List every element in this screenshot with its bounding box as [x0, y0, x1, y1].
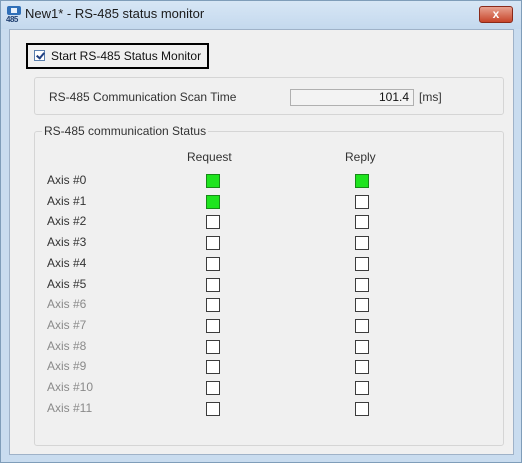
title-bar: 485 New1* - RS-485 status monitor x: [1, 1, 521, 29]
reply-indicator: [355, 256, 369, 271]
start-monitor-label: Start RS-485 Status Monitor: [51, 49, 202, 63]
axis-label: Axis #10: [47, 380, 94, 394]
app-icon: 485: [6, 6, 21, 24]
reply-indicator: [355, 298, 369, 313]
reply-indicator: [355, 401, 369, 416]
reply-indicator: [355, 194, 369, 209]
axis-row: Axis #9: [35, 357, 503, 377]
request-indicator: [206, 256, 220, 271]
status-group-title: RS-485 communication Status: [42, 124, 209, 138]
axis-label: Axis #11: [47, 400, 93, 415]
axis-label: Axis #9: [47, 359, 87, 374]
communication-status-group: RS-485 communication Status Request Repl…: [34, 124, 504, 446]
request-indicator: [206, 381, 220, 395]
request-indicator: [206, 360, 220, 375]
reply-indicator: [355, 318, 369, 333]
axis-label: Axis #2: [47, 214, 87, 229]
scan-time-label: RS-485 Communication Scan Time: [49, 90, 237, 104]
reply-indicator: [355, 381, 369, 395]
axis-label: Axis #5: [47, 276, 87, 291]
reply-indicator: [355, 277, 369, 292]
app-icon-text: 485: [6, 15, 18, 24]
start-monitor-checkbox[interactable]: [34, 50, 45, 61]
axis-label: Axis #0: [47, 173, 87, 187]
axis-row: Axis #10: [35, 378, 503, 398]
axis-label: Axis #4: [47, 255, 87, 270]
request-indicator: [206, 339, 220, 354]
request-indicator: [206, 401, 220, 416]
axis-row: Axis #1: [35, 192, 503, 212]
axis-label: Axis #3: [47, 235, 87, 250]
reply-indicator: [355, 360, 369, 375]
window-title: New1* - RS-485 status monitor: [25, 6, 205, 21]
reply-indicator: [355, 236, 369, 251]
close-icon: x: [492, 7, 500, 21]
axis-row: Axis #6: [35, 295, 503, 315]
axis-row: Axis #3: [35, 233, 503, 253]
reply-indicator: [355, 339, 369, 354]
start-monitor-toggle[interactable]: Start RS-485 Status Monitor: [26, 43, 209, 69]
request-indicator: [206, 277, 220, 292]
request-indicator: [206, 174, 220, 188]
request-column-header: Request: [187, 150, 232, 164]
axis-label: Axis #6: [47, 297, 87, 312]
axis-row: Axis #4: [35, 254, 503, 274]
axis-row: Axis #5: [35, 275, 503, 295]
scan-time-field: 101.4: [290, 89, 414, 106]
reply-indicator: [355, 174, 369, 188]
axis-row: Axis #11: [35, 399, 503, 419]
request-indicator: [206, 215, 220, 230]
request-indicator: [206, 236, 220, 251]
axis-row: Axis #7: [35, 316, 503, 336]
scan-time-unit: [ms]: [419, 90, 442, 104]
request-indicator: [206, 298, 220, 313]
axis-label: Axis #8: [47, 338, 87, 353]
reply-indicator: [355, 215, 369, 230]
axis-row: Axis #2: [35, 212, 503, 232]
scan-time-group: RS-485 Communication Scan Time 101.4 [ms…: [34, 77, 504, 115]
axis-row: Axis #0: [35, 171, 503, 191]
close-button[interactable]: x: [479, 6, 513, 23]
request-indicator: [206, 318, 220, 333]
reply-column-header: Reply: [345, 150, 376, 164]
axis-label: Axis #1: [47, 193, 87, 208]
request-indicator: [206, 194, 220, 209]
axis-label: Axis #7: [47, 317, 87, 332]
axis-row: Axis #8: [35, 337, 503, 357]
